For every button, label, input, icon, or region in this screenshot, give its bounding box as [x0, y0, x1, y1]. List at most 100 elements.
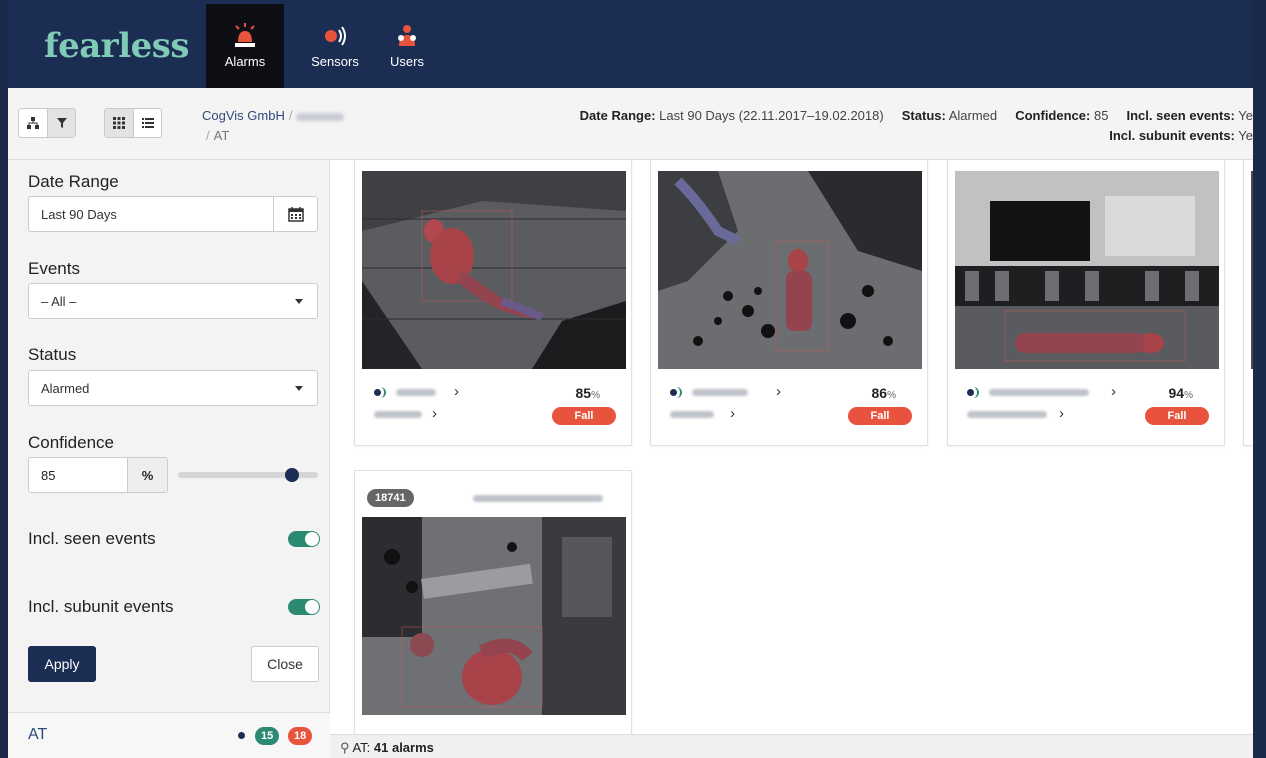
- list-view-button[interactable]: [133, 109, 161, 137]
- seen-events-toggle[interactable]: [288, 531, 320, 547]
- filter-toolbar: CogVis GmbH / / AT Date Range: Last 90 Day…: [8, 88, 1253, 160]
- breadcrumb-redacted[interactable]: [296, 112, 345, 121]
- alarm-title-redacted: [473, 495, 603, 502]
- confidence-slider[interactable]: [178, 468, 318, 482]
- filter-button[interactable]: [47, 109, 75, 137]
- event-type-badge: Fall: [552, 407, 616, 425]
- breadcrumb-org[interactable]: CogVis GmbH: [202, 108, 285, 123]
- summary-confidence-label: Confidence:: [1015, 108, 1091, 123]
- unit-list-item[interactable]: AT 15 18: [8, 712, 330, 758]
- confidence-score: 86%: [872, 385, 896, 401]
- calendar-icon[interactable]: [273, 197, 317, 231]
- depth-image[interactable]: [955, 171, 1219, 369]
- alarm-card[interactable]: 18741: [354, 470, 632, 734]
- list-icon: [141, 118, 154, 128]
- tab-alarms-label: Alarms: [224, 54, 266, 69]
- alarm-card[interactable]: › › 85% Fall: [354, 160, 632, 446]
- date-range-value: Last 90 Days: [41, 207, 117, 222]
- alarm-card[interactable]: › › 94% Fall: [947, 160, 1225, 446]
- confidence-unit: %: [591, 390, 600, 401]
- chevron-right-icon[interactable]: ›: [776, 383, 781, 400]
- sensor-name-redacted: [692, 389, 748, 396]
- breadcrumb-unit: AT: [213, 128, 230, 143]
- status-value: Alarmed: [41, 381, 90, 396]
- confidence-value: 85: [41, 468, 56, 483]
- confidence-score: 94%: [1169, 385, 1193, 401]
- status-prefix: AT:: [352, 740, 371, 755]
- chevron-right-icon[interactable]: ›: [454, 383, 459, 400]
- depth-image[interactable]: [1251, 171, 1253, 369]
- slider-handle[interactable]: [285, 468, 299, 482]
- apply-button[interactable]: Apply: [28, 646, 96, 682]
- status-select[interactable]: Alarmed: [28, 370, 318, 406]
- seen-events-label: Incl. seen events: [28, 529, 156, 548]
- room-name-redacted: [967, 411, 1047, 418]
- filter-summary: Date Range: Last 90 Days (22.11.2017–19.…: [580, 106, 1253, 146]
- filter-icon: [56, 118, 67, 128]
- brand-logo[interactable]: fearless: [44, 26, 190, 66]
- tab-users-label: Users: [390, 54, 424, 69]
- alarm-id-badge: 18741: [367, 489, 414, 507]
- sensor-name-redacted: [396, 389, 436, 396]
- events-select[interactable]: – All –: [28, 283, 318, 319]
- sidebar-mode-group: [18, 108, 76, 138]
- chevron-right-icon[interactable]: ›: [1059, 405, 1064, 422]
- filter-sidebar: Date Range Last 90 Days Events – All – S…: [8, 160, 330, 758]
- summary-date-label: Date Range:: [579, 108, 656, 123]
- unit-count-green: 15: [255, 727, 280, 745]
- event-type-badge: Fall: [848, 407, 912, 425]
- summary-subunit-label: Incl. subunit events:: [1109, 128, 1235, 143]
- breadcrumb: CogVis GmbH / / AT: [202, 106, 345, 146]
- tab-sensors[interactable]: Sensors: [296, 4, 374, 88]
- alarm-info: › › 86% Fall: [658, 369, 922, 439]
- confidence-number: 85: [575, 385, 592, 401]
- chevron-right-icon[interactable]: ›: [730, 405, 735, 422]
- alarm-info: › › 85% Fall: [362, 369, 626, 439]
- unit-count-red: 18: [288, 727, 313, 745]
- room-name-redacted: [374, 411, 422, 418]
- summary-confidence-value: 85: [1093, 108, 1109, 123]
- confidence-input[interactable]: 85 %: [28, 457, 168, 493]
- tab-sensors-label: Sensors: [311, 54, 359, 69]
- confidence-label: Confidence: [28, 433, 115, 452]
- depth-image[interactable]: [362, 171, 626, 369]
- status-text: 41 alarms: [373, 740, 434, 755]
- hierarchy-icon: [27, 117, 39, 129]
- chevron-right-icon[interactable]: ›: [1111, 383, 1116, 400]
- status-bar: ⚲ AT: 41 alarms: [330, 734, 1253, 758]
- users-icon: [393, 22, 421, 50]
- summary-seen-label: Incl. seen events:: [1126, 108, 1235, 123]
- unit-name: AT: [28, 726, 48, 743]
- date-range-field[interactable]: Last 90 Days: [28, 196, 318, 232]
- alarm-info: › › 94% Fall: [955, 369, 1219, 439]
- alarm-grid: › › 85% Fall › › 86% Fall › › 94% Fall 1…: [330, 160, 1253, 734]
- summary-subunit-value: Ye: [1238, 128, 1253, 143]
- room-name-redacted: [670, 411, 714, 418]
- chevron-down-icon: [295, 386, 303, 391]
- sensor-icon: [321, 22, 349, 50]
- confidence-unit: %: [887, 390, 896, 401]
- tab-alarms[interactable]: Alarms: [206, 4, 284, 88]
- summary-status-label: Status:: [901, 108, 946, 123]
- alarm-card[interactable]: › › 86% Fall: [650, 160, 928, 446]
- grid-view-button[interactable]: [105, 109, 133, 137]
- subunit-events-toggle[interactable]: [288, 599, 320, 615]
- pin-icon: ⚲: [340, 740, 350, 755]
- hierarchy-button[interactable]: [19, 109, 47, 137]
- events-label: Events: [28, 259, 80, 278]
- signal-icon: [238, 732, 245, 739]
- top-navbar: fearless Alarms Sensors Users: [8, 0, 1253, 88]
- summary-seen-value: Ye: [1238, 108, 1253, 123]
- depth-image[interactable]: [658, 171, 922, 369]
- tab-users[interactable]: Users: [368, 4, 446, 88]
- depth-image[interactable]: [362, 517, 626, 715]
- percent-addon: %: [127, 458, 167, 492]
- alarm-card[interactable]: [1243, 160, 1253, 446]
- close-button[interactable]: Close: [251, 646, 319, 682]
- chevron-right-icon[interactable]: ›: [432, 405, 437, 422]
- siren-icon: [231, 22, 259, 50]
- grid-icon: [113, 117, 125, 129]
- confidence-number: 94: [1168, 385, 1185, 401]
- confidence-score: 85%: [576, 385, 600, 401]
- event-type-badge: Fall: [1145, 407, 1209, 425]
